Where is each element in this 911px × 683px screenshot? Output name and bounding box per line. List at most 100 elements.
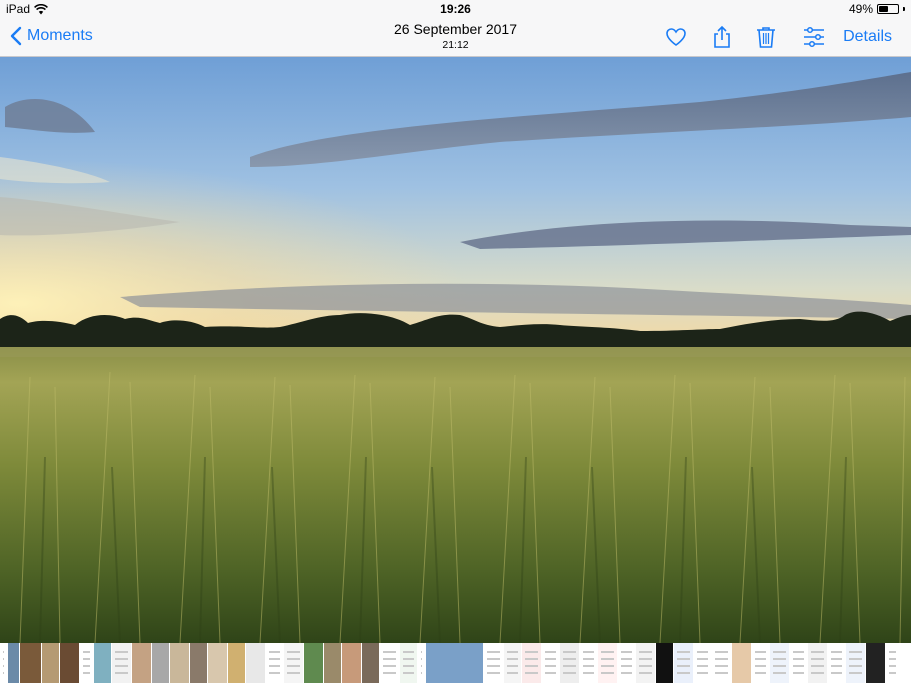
- filmstrip-thumbnail[interactable]: [20, 643, 42, 683]
- thumbnail-text-line: [697, 665, 708, 667]
- filmstrip-thumbnail[interactable]: [380, 643, 400, 683]
- thumbnail-text-line: [421, 672, 422, 674]
- thumbnail-text-line: [3, 651, 4, 653]
- thumbnail-text-line: [849, 658, 862, 660]
- battery-percent: 49%: [848, 2, 873, 16]
- thumbnail-text-line: [545, 658, 556, 660]
- thumbnail-text-line: [383, 658, 396, 660]
- thumbnail-text-line: [583, 651, 594, 653]
- filmstrip-thumbnail[interactable]: [60, 643, 80, 683]
- thumbnail-text-line: [583, 665, 594, 667]
- thumbnail-text-line: [83, 665, 90, 667]
- filmstrip-thumbnail[interactable]: [712, 643, 732, 683]
- thumbnail-text-line: [697, 651, 708, 653]
- thumbnail-text-line: [287, 672, 300, 674]
- thumbnail-text-line: [269, 651, 280, 653]
- filmstrip-thumbnail[interactable]: [790, 643, 808, 683]
- thumbnail-text-line: [831, 672, 842, 674]
- filmstrip-thumbnail[interactable]: [94, 643, 112, 683]
- filmstrip-thumbnail[interactable]: [0, 643, 8, 683]
- share-button[interactable]: [709, 24, 735, 50]
- thumbnail-text-line: [3, 665, 4, 667]
- filmstrip-thumbnail[interactable]: [80, 643, 94, 683]
- thumbnail-text-line: [583, 672, 594, 674]
- filmstrip-thumbnail[interactable]: [694, 643, 712, 683]
- edit-button[interactable]: [801, 24, 827, 50]
- filmstrip-thumbnail[interactable]: [266, 643, 284, 683]
- filmstrip-thumbnail[interactable]: [732, 643, 752, 683]
- thumbnail-text-line: [601, 651, 614, 653]
- thumbnail-text-line: [773, 665, 786, 667]
- filmstrip-thumbnail[interactable]: [362, 643, 380, 683]
- filmstrip-thumbnail[interactable]: [228, 643, 246, 683]
- filmstrip-thumbnail[interactable]: [674, 643, 694, 683]
- thumbnail-text-line: [3, 658, 4, 660]
- filmstrip-thumbnail[interactable]: [42, 643, 60, 683]
- filmstrip-thumbnail[interactable]: [886, 643, 900, 683]
- filmstrip-thumbnail[interactable]: [208, 643, 228, 683]
- filmstrip-thumbnail[interactable]: [866, 643, 886, 683]
- filmstrip-thumbnail[interactable]: [580, 643, 598, 683]
- details-button[interactable]: Details: [843, 28, 892, 46]
- filmstrip-thumbnail[interactable]: [618, 643, 636, 683]
- filmstrip-thumbnail[interactable]: [808, 643, 828, 683]
- thumbnail-text-line: [383, 665, 396, 667]
- filmstrip-thumbnail[interactable]: [426, 643, 484, 683]
- status-clock: 19:26: [440, 2, 471, 16]
- filmstrip-thumbnail[interactable]: [246, 643, 266, 683]
- filmstrip-thumbnail[interactable]: [522, 643, 542, 683]
- thumbnail-text-line: [507, 651, 518, 653]
- thumbnail-text-line: [287, 665, 300, 667]
- trash-icon: [757, 27, 776, 48]
- filmstrip-thumbnail[interactable]: [542, 643, 560, 683]
- filmstrip-thumbnail[interactable]: [152, 643, 170, 683]
- filmstrip-thumbnail[interactable]: [846, 643, 866, 683]
- thumbnail-text-line: [793, 658, 804, 660]
- thumbnail-text-line: [831, 658, 842, 660]
- thumbnail-text-line: [697, 672, 708, 674]
- filmstrip-thumbnail[interactable]: [112, 643, 132, 683]
- thumbnail-text-line: [811, 651, 824, 653]
- thumbnail-text-line: [287, 658, 300, 660]
- battery-icon: [877, 4, 899, 14]
- filmstrip-thumbnail[interactable]: [504, 643, 522, 683]
- filmstrip-thumbnail[interactable]: [324, 643, 342, 683]
- filmstrip-thumbnail[interactable]: [770, 643, 790, 683]
- thumbnail-text-line: [811, 665, 824, 667]
- filmstrip[interactable]: [0, 643, 911, 683]
- filmstrip-thumbnail[interactable]: [284, 643, 304, 683]
- thumbnail-text-line: [115, 658, 128, 660]
- filmstrip-thumbnail[interactable]: [598, 643, 618, 683]
- thumbnail-text-line: [621, 672, 632, 674]
- filmstrip-thumbnail[interactable]: [304, 643, 324, 683]
- filmstrip-thumbnail[interactable]: [636, 643, 656, 683]
- filmstrip-thumbnail[interactable]: [560, 643, 580, 683]
- filmstrip-thumbnail[interactable]: [656, 643, 674, 683]
- thumbnail-text-line: [639, 651, 652, 653]
- nav-actions: Details: [663, 24, 911, 50]
- delete-button[interactable]: [753, 24, 779, 50]
- filmstrip-thumbnail[interactable]: [190, 643, 208, 683]
- thumbnail-text-line: [545, 665, 556, 667]
- thumbnail-text-line: [793, 665, 804, 667]
- thumbnail-text-line: [601, 665, 614, 667]
- filmstrip-thumbnail[interactable]: [828, 643, 846, 683]
- thumbnail-text-line: [507, 665, 518, 667]
- thumbnail-text-line: [755, 658, 766, 660]
- thumbnail-text-line: [715, 658, 728, 660]
- filmstrip-thumbnail[interactable]: [170, 643, 190, 683]
- filmstrip-thumbnail[interactable]: [418, 643, 426, 683]
- thumbnail-text-line: [601, 658, 614, 660]
- thumbnail-text-line: [269, 658, 280, 660]
- thumbnail-text-line: [525, 665, 538, 667]
- filmstrip-thumbnail[interactable]: [400, 643, 418, 683]
- thumbnail-text-line: [269, 665, 280, 667]
- filmstrip-thumbnail[interactable]: [752, 643, 770, 683]
- thumbnail-text-line: [383, 672, 396, 674]
- filmstrip-thumbnail[interactable]: [484, 643, 504, 683]
- filmstrip-thumbnail[interactable]: [132, 643, 152, 683]
- favorite-button[interactable]: [663, 24, 689, 50]
- filmstrip-thumbnail[interactable]: [342, 643, 362, 683]
- photo-viewer[interactable]: [0, 57, 911, 643]
- filmstrip-thumbnail[interactable]: [8, 643, 20, 683]
